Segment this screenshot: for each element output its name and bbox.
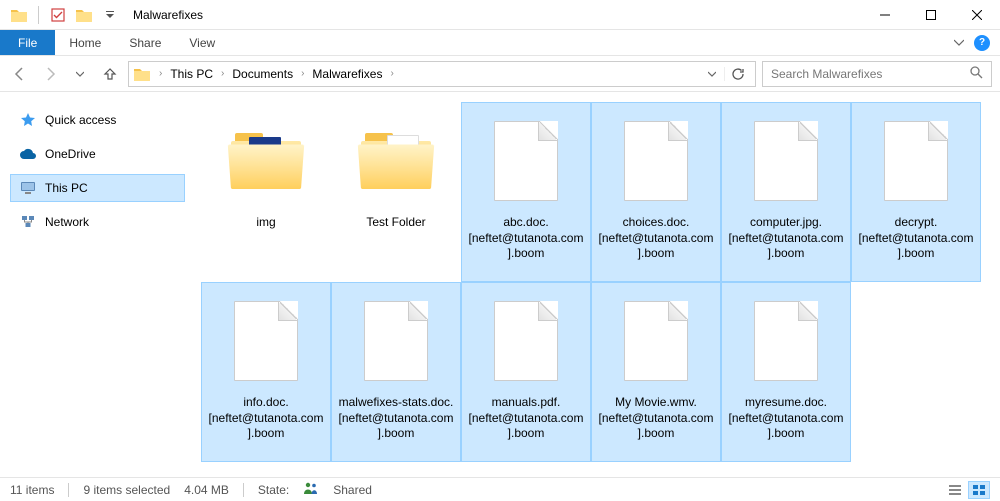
- app-folder-icon: [8, 4, 30, 26]
- star-icon: [19, 111, 37, 129]
- file-icon: [616, 293, 696, 389]
- status-item-count: 11 items: [10, 483, 54, 497]
- cloud-icon: [19, 145, 37, 163]
- chevron-right-icon[interactable]: ›: [157, 68, 164, 79]
- folder-item[interactable]: Test Folder: [331, 102, 461, 282]
- separator: [38, 6, 39, 24]
- file-tab[interactable]: File: [0, 30, 55, 55]
- network-icon: [19, 213, 37, 231]
- item-label: myresume.doc.[neftet@tutanota.com].boom: [726, 395, 846, 442]
- tab-view[interactable]: View: [175, 30, 229, 55]
- chevron-right-icon[interactable]: ›: [299, 68, 306, 79]
- help-button[interactable]: ?: [974, 35, 990, 51]
- file-item[interactable]: manuals.pdf.[neftet@tutanota.com].boom: [461, 282, 591, 462]
- tab-home[interactable]: Home: [55, 30, 115, 55]
- back-button[interactable]: [8, 62, 32, 86]
- item-label: computer.jpg.[neftet@tutanota.com].boom: [726, 215, 846, 262]
- address-dropdown-button[interactable]: [708, 67, 716, 81]
- quick-access-toolbar: [0, 4, 129, 26]
- title-bar: Malwarefixes: [0, 0, 1000, 30]
- item-label: malwefixes-stats.doc.[neftet@tutanota.co…: [336, 395, 456, 442]
- maximize-button[interactable]: [908, 0, 954, 30]
- item-label: info.doc.[neftet@tutanota.com].boom: [206, 395, 326, 442]
- item-label: My Movie.wmv.[neftet@tutanota.com].boom: [596, 395, 716, 442]
- recent-locations-button[interactable]: [68, 62, 92, 86]
- file-icon: [746, 293, 826, 389]
- file-list[interactable]: img Test Folder abc.doc.[neftet@tutanota.c…: [195, 92, 1000, 477]
- sidebar-item-quick-access[interactable]: Quick access: [10, 106, 185, 134]
- address-bar[interactable]: › This PC › Documents › Malwarefixes ›: [128, 61, 756, 87]
- sidebar-item-this-pc[interactable]: This PC: [10, 174, 185, 202]
- sidebar-label: Quick access: [45, 113, 116, 127]
- qat-dropdown-button[interactable]: [99, 4, 121, 26]
- details-view-button[interactable]: [944, 481, 966, 499]
- folder-icon: [356, 113, 436, 209]
- item-label: Test Folder: [364, 215, 427, 231]
- breadcrumb-this-pc[interactable]: This PC: [166, 67, 217, 81]
- close-button[interactable]: [954, 0, 1000, 30]
- file-icon: [486, 113, 566, 209]
- item-label: decrypt.[neftet@tutanota.com].boom: [856, 215, 976, 262]
- item-label: abc.doc.[neftet@tutanota.com].boom: [466, 215, 586, 262]
- file-item[interactable]: computer.jpg.[neftet@tutanota.com].boom: [721, 102, 851, 282]
- up-button[interactable]: [98, 62, 122, 86]
- file-item[interactable]: choices.doc.[neftet@tutanota.com].boom: [591, 102, 721, 282]
- chevron-right-icon[interactable]: ›: [219, 68, 226, 79]
- refresh-button[interactable]: [724, 67, 751, 81]
- forward-button[interactable]: [38, 62, 62, 86]
- search-placeholder: Search Malwarefixes: [771, 67, 882, 81]
- minimize-button[interactable]: [862, 0, 908, 30]
- sidebar-item-network[interactable]: Network: [10, 208, 185, 236]
- qat-new-folder-button[interactable]: [73, 4, 95, 26]
- item-label: manuals.pdf.[neftet@tutanota.com].boom: [466, 395, 586, 442]
- file-item[interactable]: abc.doc.[neftet@tutanota.com].boom: [461, 102, 591, 282]
- file-icon: [746, 113, 826, 209]
- navigation-pane: Quick access OneDrive This PC Network: [0, 92, 195, 477]
- chevron-right-icon[interactable]: ›: [388, 68, 395, 79]
- status-state-label: State:: [258, 483, 289, 497]
- folder-item[interactable]: img: [201, 102, 331, 282]
- separator: [243, 483, 244, 497]
- status-bar: 11 items 9 items selected 4.04 MB State:…: [0, 477, 1000, 501]
- qat-properties-button[interactable]: [47, 4, 69, 26]
- file-item[interactable]: info.doc.[neftet@tutanota.com].boom: [201, 282, 331, 462]
- sidebar-label: OneDrive: [45, 147, 96, 161]
- expand-ribbon-button[interactable]: [954, 36, 964, 50]
- file-icon: [876, 113, 956, 209]
- folder-icon: [133, 66, 151, 82]
- ribbon: File Home Share View ?: [0, 30, 1000, 56]
- item-label: img: [254, 215, 277, 231]
- navigation-bar: › This PC › Documents › Malwarefixes › S…: [0, 56, 1000, 92]
- file-icon: [486, 293, 566, 389]
- file-item[interactable]: My Movie.wmv.[neftet@tutanota.com].boom: [591, 282, 721, 462]
- folder-icon: [226, 113, 306, 209]
- sidebar-item-onedrive[interactable]: OneDrive: [10, 140, 185, 168]
- search-box[interactable]: Search Malwarefixes: [762, 61, 992, 87]
- item-label: choices.doc.[neftet@tutanota.com].boom: [596, 215, 716, 262]
- file-item[interactable]: malwefixes-stats.doc.[neftet@tutanota.co…: [331, 282, 461, 462]
- large-icons-view-button[interactable]: [968, 481, 990, 499]
- status-selected-size: 4.04 MB: [184, 483, 229, 497]
- sidebar-label: Network: [45, 215, 89, 229]
- status-state-value: Shared: [333, 483, 372, 497]
- file-item[interactable]: decrypt.[neftet@tutanota.com].boom: [851, 102, 981, 282]
- tab-share[interactable]: Share: [115, 30, 175, 55]
- file-icon: [616, 113, 696, 209]
- file-icon: [356, 293, 436, 389]
- window-title: Malwarefixes: [133, 8, 203, 22]
- search-icon: [969, 65, 983, 82]
- file-item[interactable]: myresume.doc.[neftet@tutanota.com].boom: [721, 282, 851, 462]
- separator: [68, 483, 69, 497]
- status-selected-count: 9 items selected: [83, 483, 170, 497]
- sidebar-label: This PC: [45, 181, 88, 195]
- people-icon: [303, 482, 319, 497]
- breadcrumb-current[interactable]: Malwarefixes: [308, 67, 386, 81]
- pc-icon: [19, 179, 37, 197]
- file-icon: [226, 293, 306, 389]
- breadcrumb-documents[interactable]: Documents: [228, 67, 297, 81]
